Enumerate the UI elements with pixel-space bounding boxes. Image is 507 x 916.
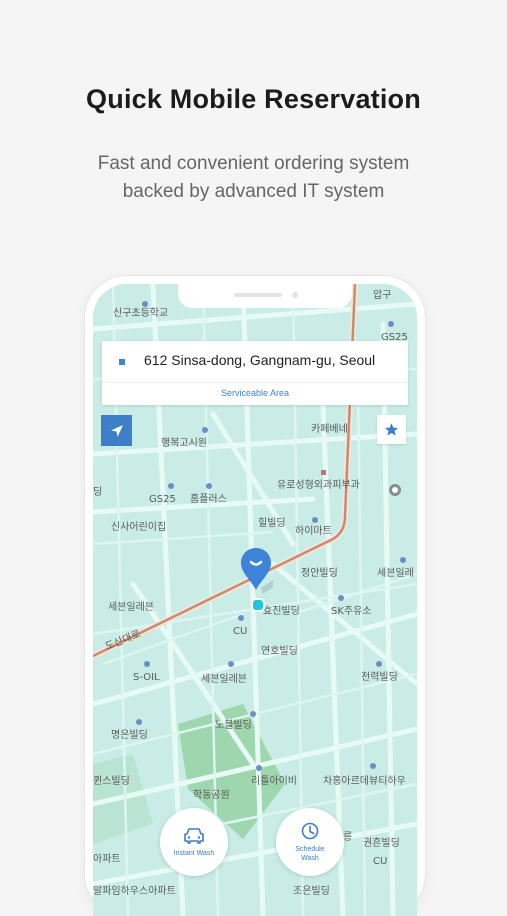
locate-button[interactable] (101, 415, 132, 446)
map-label: 신구초등학교 (113, 307, 168, 319)
map-label: 리틀아이비 (251, 775, 297, 787)
map-label: 차홍아르데뷰티하우 (323, 774, 406, 787)
map-label: 효진빌딩 (263, 605, 300, 617)
map-label: 권흔빌딩 (363, 836, 400, 849)
map-label: 세븐일레 (377, 567, 414, 579)
instant-wash-button[interactable]: Instant Wash (160, 808, 228, 876)
schedule-wash-label-line1: Schedule (295, 846, 325, 853)
map-label: 세븐일레븐 (108, 601, 154, 613)
camera-dot (292, 292, 298, 298)
map-label: 조은빌딩 (293, 885, 330, 897)
map-label: 힐빌딩 (258, 516, 286, 529)
location-pin-icon[interactable] (239, 546, 273, 598)
map-label: CU (233, 626, 247, 637)
map-label: 릉 (343, 831, 352, 843)
map-label: 유로성형외과피부과 (277, 479, 360, 491)
map-label: 딩 (93, 486, 102, 498)
promo-subtitle: Fast and convenient ordering system back… (0, 150, 507, 206)
map-label: 학동공원 (193, 789, 230, 801)
schedule-wash-button[interactable]: Schedule Wash (276, 808, 344, 876)
star-icon (384, 423, 399, 436)
phone-notch (178, 284, 352, 308)
schedule-wash-label-line2: Wash (301, 855, 319, 862)
map-label: 세븐일레븐 (201, 673, 247, 685)
address-marker-icon (119, 359, 125, 365)
divider (102, 382, 408, 383)
map-label: S-OIL (133, 672, 160, 683)
map-label: 정안빌딩 (301, 567, 338, 579)
map-label: 신사어린이집 (111, 521, 166, 533)
speaker (234, 293, 282, 297)
clock-icon (301, 822, 319, 840)
instant-wash-label: Instant Wash (173, 849, 215, 857)
map-label: 하이마트 (295, 524, 332, 537)
map-label: 홈플러스 (190, 492, 227, 505)
promo-subtitle-line1: Fast and convenient ordering system (97, 153, 410, 174)
phone-frame: 신구초등학교 압구 GS25 카페베네 행복고시원 유로성형외과피부과 GS25… (85, 276, 425, 916)
map-label: 아파트 (93, 853, 121, 865)
favorite-button[interactable] (377, 415, 406, 444)
map-label: CU (373, 856, 387, 867)
schedule-wash-label: Schedule Wash (285, 845, 335, 863)
map-label: SK주유소 (331, 605, 372, 617)
address-text: 612 Sinsa-dong, Gangnam-gu, Seoul (144, 352, 376, 368)
address-card[interactable]: 612 Sinsa-dong, Gangnam-gu, Seoul Servic… (102, 341, 408, 405)
map-label: 카페베네 (311, 423, 348, 435)
map-label: 노블빌딩 (215, 719, 252, 731)
map-label: 퀸스빌딩 (93, 775, 130, 787)
current-location-dot (251, 598, 265, 612)
serviceable-area-label: Serviceable Area (220, 388, 290, 398)
navigation-arrow-icon (110, 424, 123, 437)
map-label: 연호빌딩 (261, 645, 298, 657)
promo-subtitle-line2: backed by advanced IT system (122, 181, 385, 202)
car-icon (184, 827, 204, 844)
map-label: 압구 (373, 288, 391, 301)
map-label: 천력빌딩 (361, 671, 398, 683)
map-label: 알파임하우스아파트 (93, 884, 176, 897)
phone-screen: 신구초등학교 압구 GS25 카페베네 행복고시원 유로성형외과피부과 GS25… (93, 284, 417, 916)
map-label: GS25 (149, 494, 176, 505)
map-label: 명은빌딩 (111, 729, 148, 741)
map-label: 행복고시원 (161, 437, 207, 449)
promo-title: Quick Mobile Reservation (86, 84, 421, 114)
